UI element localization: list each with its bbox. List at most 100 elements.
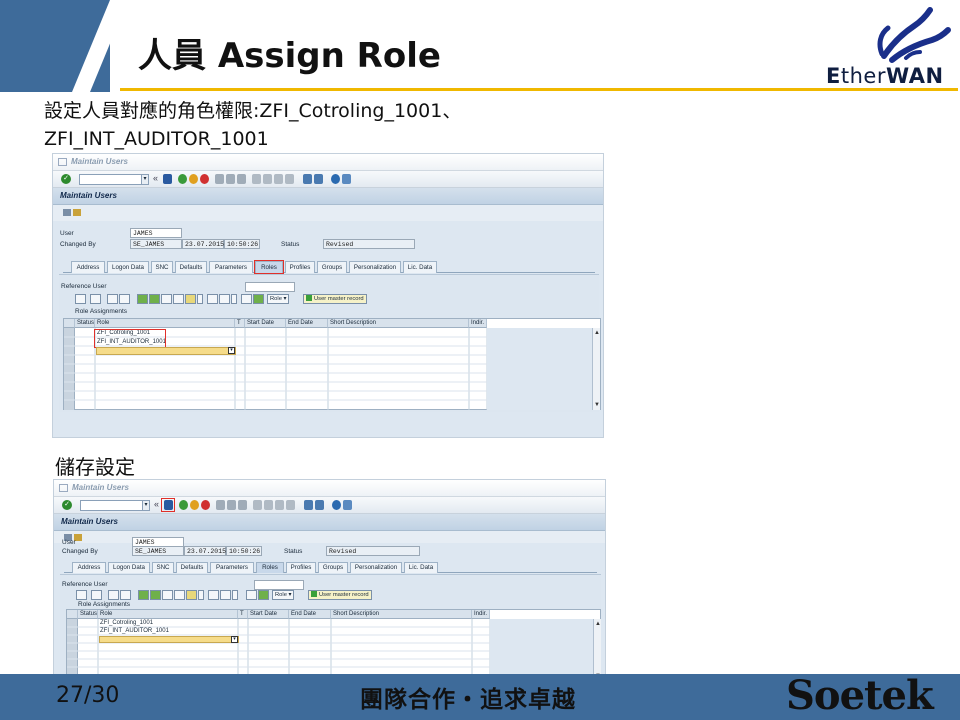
enter-icon[interactable]: ✓ bbox=[61, 174, 71, 184]
print-icon-2[interactable] bbox=[207, 294, 218, 304]
tab-address[interactable]: Address bbox=[71, 261, 105, 273]
print-icon-2[interactable] bbox=[208, 590, 219, 600]
role-cell[interactable]: ZFI_INT_AUDITOR_1001 bbox=[100, 628, 169, 634]
column-header-end-date[interactable]: End Date bbox=[286, 319, 328, 328]
tab-defaults[interactable]: Defaults bbox=[176, 562, 208, 573]
new-session-icon[interactable] bbox=[303, 174, 312, 184]
export-dropdown-icon[interactable] bbox=[232, 590, 238, 600]
tab-defaults[interactable]: Defaults bbox=[175, 261, 207, 273]
sort-ascending-icon[interactable] bbox=[138, 590, 149, 600]
layout-select-icon[interactable] bbox=[246, 590, 257, 600]
details-icon[interactable] bbox=[75, 294, 86, 304]
find-icon[interactable] bbox=[226, 174, 235, 184]
command-field[interactable] bbox=[79, 174, 149, 185]
column-header-start-date[interactable]: Start Date bbox=[248, 610, 289, 619]
paste-icon[interactable] bbox=[119, 294, 130, 304]
column-header-short-description[interactable]: Short Description bbox=[331, 610, 472, 619]
command-dropdown-icon[interactable]: ▾ bbox=[141, 174, 149, 185]
column-header-indirect[interactable]: Indir. bbox=[472, 610, 490, 619]
role-input-row[interactable] bbox=[99, 636, 239, 643]
first-page-icon[interactable] bbox=[253, 500, 262, 510]
tab-roles[interactable]: Roles bbox=[256, 562, 284, 573]
previous-page-icon[interactable] bbox=[264, 500, 273, 510]
help-icon[interactable] bbox=[332, 500, 341, 510]
reference-user-field[interactable] bbox=[245, 282, 295, 292]
tab-personalization[interactable]: Personalization bbox=[349, 261, 401, 273]
tab-snc[interactable]: SNC bbox=[151, 261, 173, 273]
filter-icon[interactable] bbox=[185, 294, 196, 304]
column-header-role[interactable]: Role bbox=[95, 319, 235, 328]
print-list-icon[interactable] bbox=[90, 294, 101, 304]
role-button[interactable]: Role ▾ bbox=[272, 590, 295, 600]
history-icon[interactable]: « bbox=[153, 173, 158, 183]
column-header-start-date[interactable]: Start Date bbox=[245, 319, 286, 328]
column-header-type[interactable]: T bbox=[238, 610, 248, 619]
filter-icon[interactable] bbox=[186, 590, 197, 600]
scroll-up-icon[interactable]: ▲ bbox=[595, 621, 601, 627]
previous-page-icon[interactable] bbox=[263, 174, 272, 184]
tab-profiles[interactable]: Profiles bbox=[285, 261, 315, 273]
role-cell[interactable]: ZFI_Cotroling_1001 bbox=[100, 620, 153, 626]
tab-roles[interactable]: Roles bbox=[254, 260, 284, 274]
select-all-icon[interactable] bbox=[64, 319, 75, 328]
table-vertical-scrollbar[interactable]: ▲ ▼ bbox=[592, 328, 600, 410]
layout-select-icon[interactable] bbox=[241, 294, 252, 304]
layout-icon[interactable] bbox=[343, 500, 352, 510]
details-icon[interactable] bbox=[76, 590, 87, 600]
find-icon[interactable] bbox=[227, 500, 236, 510]
tab-snc[interactable]: SNC bbox=[152, 562, 174, 573]
other-user-icon[interactable] bbox=[73, 209, 81, 216]
last-page-icon[interactable] bbox=[286, 500, 295, 510]
tab-personalization[interactable]: Personalization bbox=[350, 562, 402, 573]
shortcut-icon[interactable] bbox=[314, 174, 323, 184]
next-page-icon[interactable] bbox=[275, 500, 284, 510]
tab-lic-data[interactable]: Lic. Data bbox=[404, 562, 438, 573]
print-list-icon[interactable] bbox=[91, 590, 102, 600]
export-icon[interactable] bbox=[219, 294, 230, 304]
find-next-icon[interactable] bbox=[238, 500, 247, 510]
save-icon[interactable] bbox=[163, 174, 172, 184]
layout-icon[interactable] bbox=[342, 174, 351, 184]
tab-parameters[interactable]: Parameters bbox=[209, 261, 253, 273]
scroll-down-icon[interactable]: ▼ bbox=[594, 402, 600, 408]
user-master-record-button[interactable]: User master record bbox=[308, 590, 372, 600]
column-header-short-description[interactable]: Short Description bbox=[328, 319, 469, 328]
first-page-icon[interactable] bbox=[252, 174, 261, 184]
user-field[interactable]: JAMES bbox=[130, 228, 182, 238]
print-icon[interactable] bbox=[216, 500, 225, 510]
back-icon[interactable] bbox=[178, 174, 187, 184]
print-icon[interactable] bbox=[215, 174, 224, 184]
column-header-end-date[interactable]: End Date bbox=[289, 610, 331, 619]
column-header-status[interactable]: Status bbox=[75, 319, 95, 328]
tab-profiles[interactable]: Profiles bbox=[286, 562, 316, 573]
export-icon[interactable] bbox=[220, 590, 231, 600]
next-page-icon[interactable] bbox=[274, 174, 283, 184]
sort-descending-icon[interactable] bbox=[150, 590, 161, 600]
insert-row-icon[interactable] bbox=[253, 294, 264, 304]
tab-logon-data[interactable]: Logon Data bbox=[108, 562, 150, 573]
scroll-up-icon[interactable]: ▲ bbox=[594, 330, 600, 336]
select-all-icon[interactable] bbox=[67, 610, 78, 619]
value-help-icon[interactable]: ▾ bbox=[231, 636, 238, 643]
sort-descending-icon[interactable] bbox=[149, 294, 160, 304]
find-next-role-icon[interactable] bbox=[173, 294, 184, 304]
sort-ascending-icon[interactable] bbox=[137, 294, 148, 304]
command-field[interactable] bbox=[80, 500, 150, 511]
command-dropdown-icon[interactable]: ▾ bbox=[142, 500, 150, 511]
column-header-indirect[interactable]: Indir. bbox=[469, 319, 487, 328]
tab-address[interactable]: Address bbox=[72, 562, 106, 573]
enter-icon[interactable]: ✓ bbox=[62, 500, 72, 510]
paste-icon[interactable] bbox=[120, 590, 131, 600]
copy-icon[interactable] bbox=[107, 294, 118, 304]
help-icon[interactable] bbox=[331, 174, 340, 184]
cancel-icon[interactable] bbox=[201, 500, 210, 510]
tab-lic-data[interactable]: Lic. Data bbox=[403, 261, 437, 273]
shortcut-icon[interactable] bbox=[315, 500, 324, 510]
user-master-record-button[interactable]: User master record bbox=[303, 294, 367, 304]
history-icon[interactable]: « bbox=[154, 499, 159, 509]
column-header-type[interactable]: T bbox=[235, 319, 245, 328]
display-change-icon[interactable] bbox=[63, 209, 71, 216]
last-page-icon[interactable] bbox=[285, 174, 294, 184]
column-header-role[interactable]: Role bbox=[98, 610, 238, 619]
role-button[interactable]: Role ▾ bbox=[267, 294, 290, 304]
